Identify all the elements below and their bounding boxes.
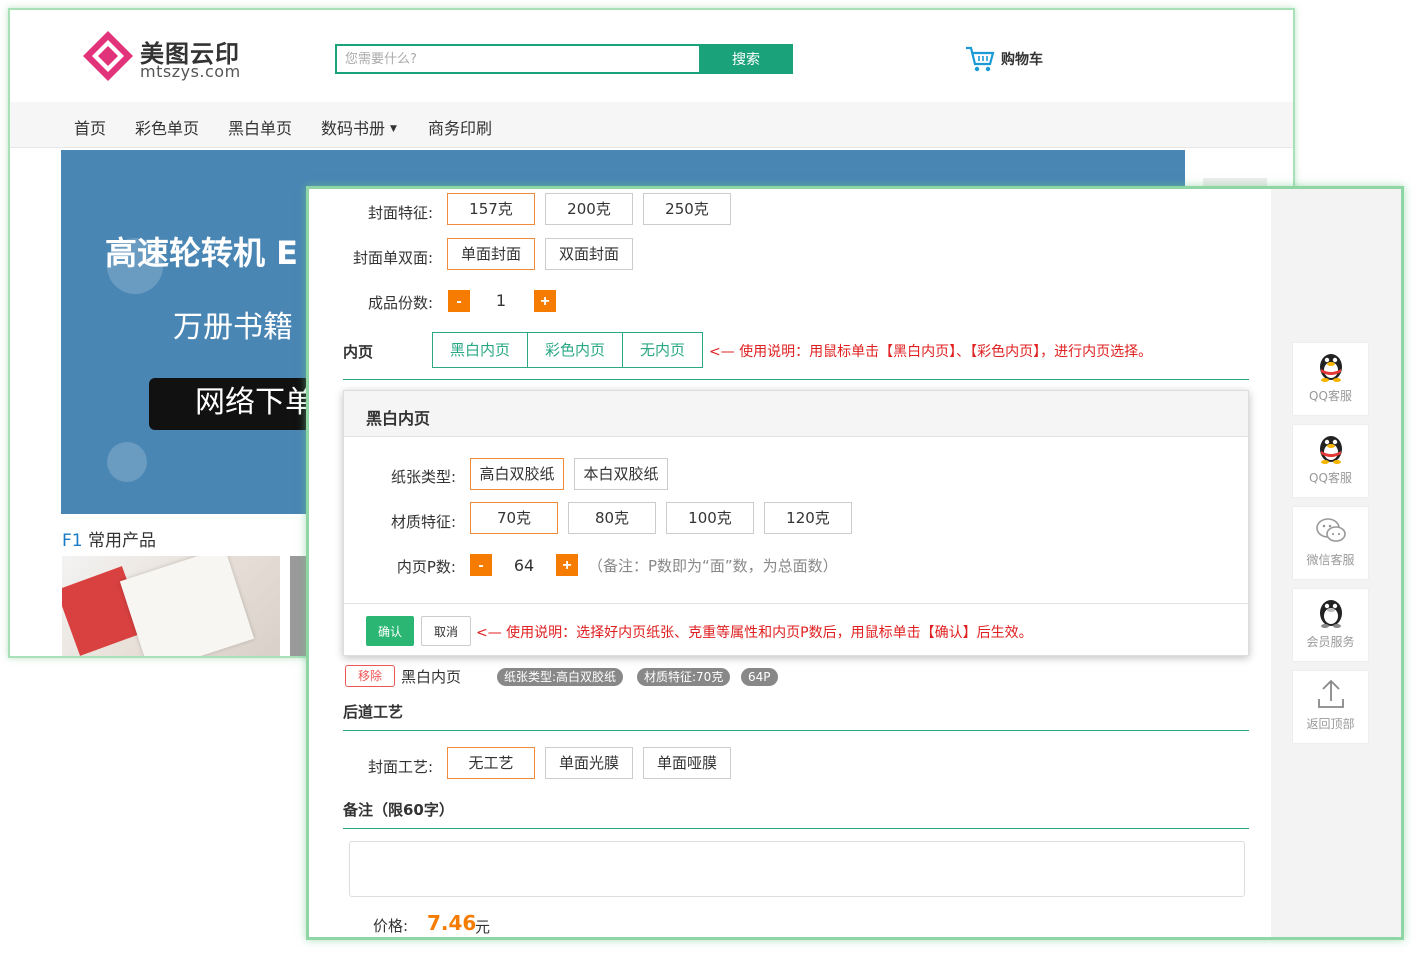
option-120g[interactable]: 120克: [764, 502, 852, 534]
inner-section-title: 内页: [343, 343, 374, 361]
sidebar-label: 返回顶部: [1306, 717, 1355, 731]
sidebar-label: 会员服务: [1306, 635, 1355, 649]
sidebar-label: 微信客服: [1306, 553, 1355, 567]
dialog-header: 黑白内页: [344, 391, 1248, 437]
option-80g[interactable]: 80克: [568, 502, 656, 534]
sidebar-wechat-service[interactable]: 微信客服: [1292, 506, 1369, 580]
option-high-white-paper[interactable]: 高白双胶纸: [470, 458, 564, 490]
sidebar-qq-service-2[interactable]: QQ客服: [1292, 424, 1369, 498]
option-cover-200[interactable]: 200克: [545, 193, 633, 225]
caret-down-icon: ▼: [390, 124, 397, 134]
search-input[interactable]: [337, 46, 699, 72]
option-double-cover[interactable]: 双面封面: [545, 238, 633, 270]
product-image-shape: [119, 556, 255, 656]
spec-chip-paper: 纸张类型:高白双胶纸: [497, 668, 624, 686]
cover-weight-label: 封面特征:: [367, 204, 433, 222]
section-title-f1: F1 常用产品: [62, 526, 156, 551]
selected-inner-name: 黑白内页: [401, 668, 462, 686]
banner-title: 高速轮转机 E: [105, 234, 299, 272]
product-thumbnail[interactable]: [62, 556, 280, 656]
nav-item-digital-book[interactable]: 数码书册 ▼: [321, 115, 397, 139]
option-100g[interactable]: 100克: [666, 502, 754, 534]
sidebar-label: QQ客服: [1309, 471, 1352, 485]
material-label: 材质特征:: [390, 513, 456, 531]
option-cover-250[interactable]: 250克: [643, 193, 731, 225]
logo-subtitle: mtszys.com: [140, 62, 241, 81]
copies-increment-button[interactable]: +: [534, 290, 556, 312]
nav-item-home[interactable]: 首页: [74, 115, 106, 139]
option-matte-film[interactable]: 单面哑膜: [643, 747, 731, 779]
remove-inner-button[interactable]: 移除: [345, 665, 395, 687]
cart-icon: [966, 46, 995, 72]
order-form-window: 封面特征: 157克 200克 250克 封面单双面: 单面封面 双面封面 成品…: [306, 186, 1404, 940]
banner-bubble: [107, 442, 147, 482]
spec-chip-pages: 64P: [741, 668, 778, 686]
option-70g[interactable]: 70克: [470, 502, 558, 534]
paper-type-label: 纸张类型:: [390, 468, 456, 486]
cart-link[interactable]: 购物车: [965, 44, 1043, 74]
tab-bw-inner[interactable]: 黑白内页: [432, 332, 528, 368]
sidebar-qq-service-1[interactable]: QQ客服: [1292, 342, 1369, 416]
wechat-icon: [1316, 518, 1346, 542]
nav-item-business-print[interactable]: 商务印刷: [428, 115, 492, 139]
remark-section-title: 备注（限60字）: [343, 801, 454, 819]
back-to-top-icon: [1318, 679, 1344, 708]
cancel-button[interactable]: 取消: [421, 616, 471, 646]
pages-input[interactable]: 64: [493, 556, 555, 575]
section-divider: [343, 828, 1249, 829]
price-value: 7.46: [427, 911, 477, 935]
remark-textarea[interactable]: [349, 841, 1245, 897]
pages-increment-button[interactable]: +: [556, 554, 578, 576]
nav-item-bw-sheet[interactable]: 黑白单页: [228, 115, 292, 139]
section-prefix: F1: [62, 531, 83, 551]
copies-label: 成品份数:: [367, 294, 433, 312]
sidebar-back-to-top[interactable]: 返回顶部: [1292, 670, 1369, 744]
cart-label: 购物车: [1001, 52, 1043, 68]
option-no-process[interactable]: 无工艺: [447, 747, 535, 779]
option-cover-157[interactable]: 157克: [447, 193, 535, 225]
pages-decrement-button[interactable]: -: [470, 554, 492, 576]
qq-penguin-icon: [1320, 354, 1342, 382]
finishing-section-title: 后道工艺: [343, 703, 404, 721]
sidebar-member-service[interactable]: 会员服务: [1292, 588, 1369, 662]
copies-input[interactable]: 1: [471, 291, 531, 310]
confirm-button[interactable]: 确认: [366, 616, 414, 646]
site-logo[interactable]: 美图云印 mtszys.com: [82, 28, 252, 88]
tab-no-inner[interactable]: 无内页: [622, 332, 703, 368]
search-button[interactable]: 搜索: [699, 44, 793, 74]
search-bar: 搜索: [335, 44, 793, 74]
section-divider: [343, 730, 1249, 731]
banner-subtitle: 万册书籍: [173, 310, 293, 345]
nav-item-color-sheet[interactable]: 彩色单页: [135, 115, 199, 139]
section-label: 常用产品: [88, 531, 157, 551]
member-icon: [1320, 600, 1342, 628]
main-nav: 首页 彩色单页 黑白单页 数码书册 ▼ 商务印刷: [10, 102, 1293, 148]
price-label: 价格:: [373, 917, 409, 935]
nav-item-label: 数码书册: [321, 119, 386, 138]
sidebar-label: QQ客服: [1309, 389, 1352, 403]
copies-decrement-button[interactable]: -: [448, 290, 470, 312]
dialog-usage-note: <— 使用说明：选择好内页纸张、克重等属性和内页P数后，用鼠标单击【确认】后生效…: [476, 625, 1033, 641]
spec-chip-material: 材质特征:70克: [637, 668, 731, 686]
section-divider: [343, 379, 1249, 380]
inner-usage-note: <— 使用说明：用鼠标单击【黑白内页】、【彩色内页】，进行内页选择。: [709, 344, 1153, 360]
bw-inner-dialog: 黑白内页 纸张类型: 高白双胶纸 本白双胶纸 材质特征: 70克 80克 100…: [343, 390, 1249, 656]
price-unit: 元: [475, 918, 491, 936]
tab-color-inner[interactable]: 彩色内页: [527, 332, 623, 368]
logo-diamond-icon: [83, 31, 133, 81]
pages-label: 内页P数:: [396, 558, 456, 576]
option-natural-white-paper[interactable]: 本白双胶纸: [574, 458, 668, 490]
inner-tab-group: 黑白内页 彩色内页 无内页: [432, 332, 703, 368]
cover-sides-label: 封面单双面:: [352, 249, 433, 267]
dialog-footer-divider: [344, 603, 1248, 604]
qq-penguin-icon: [1320, 436, 1342, 464]
option-single-cover[interactable]: 单面封面: [447, 238, 535, 270]
cover-process-label: 封面工艺:: [367, 758, 433, 776]
pages-note: （备注：P数即为“面”数，为总面数）: [588, 557, 838, 575]
dialog-title: 黑白内页: [366, 409, 431, 428]
option-gloss-film[interactable]: 单面光膜: [545, 747, 633, 779]
